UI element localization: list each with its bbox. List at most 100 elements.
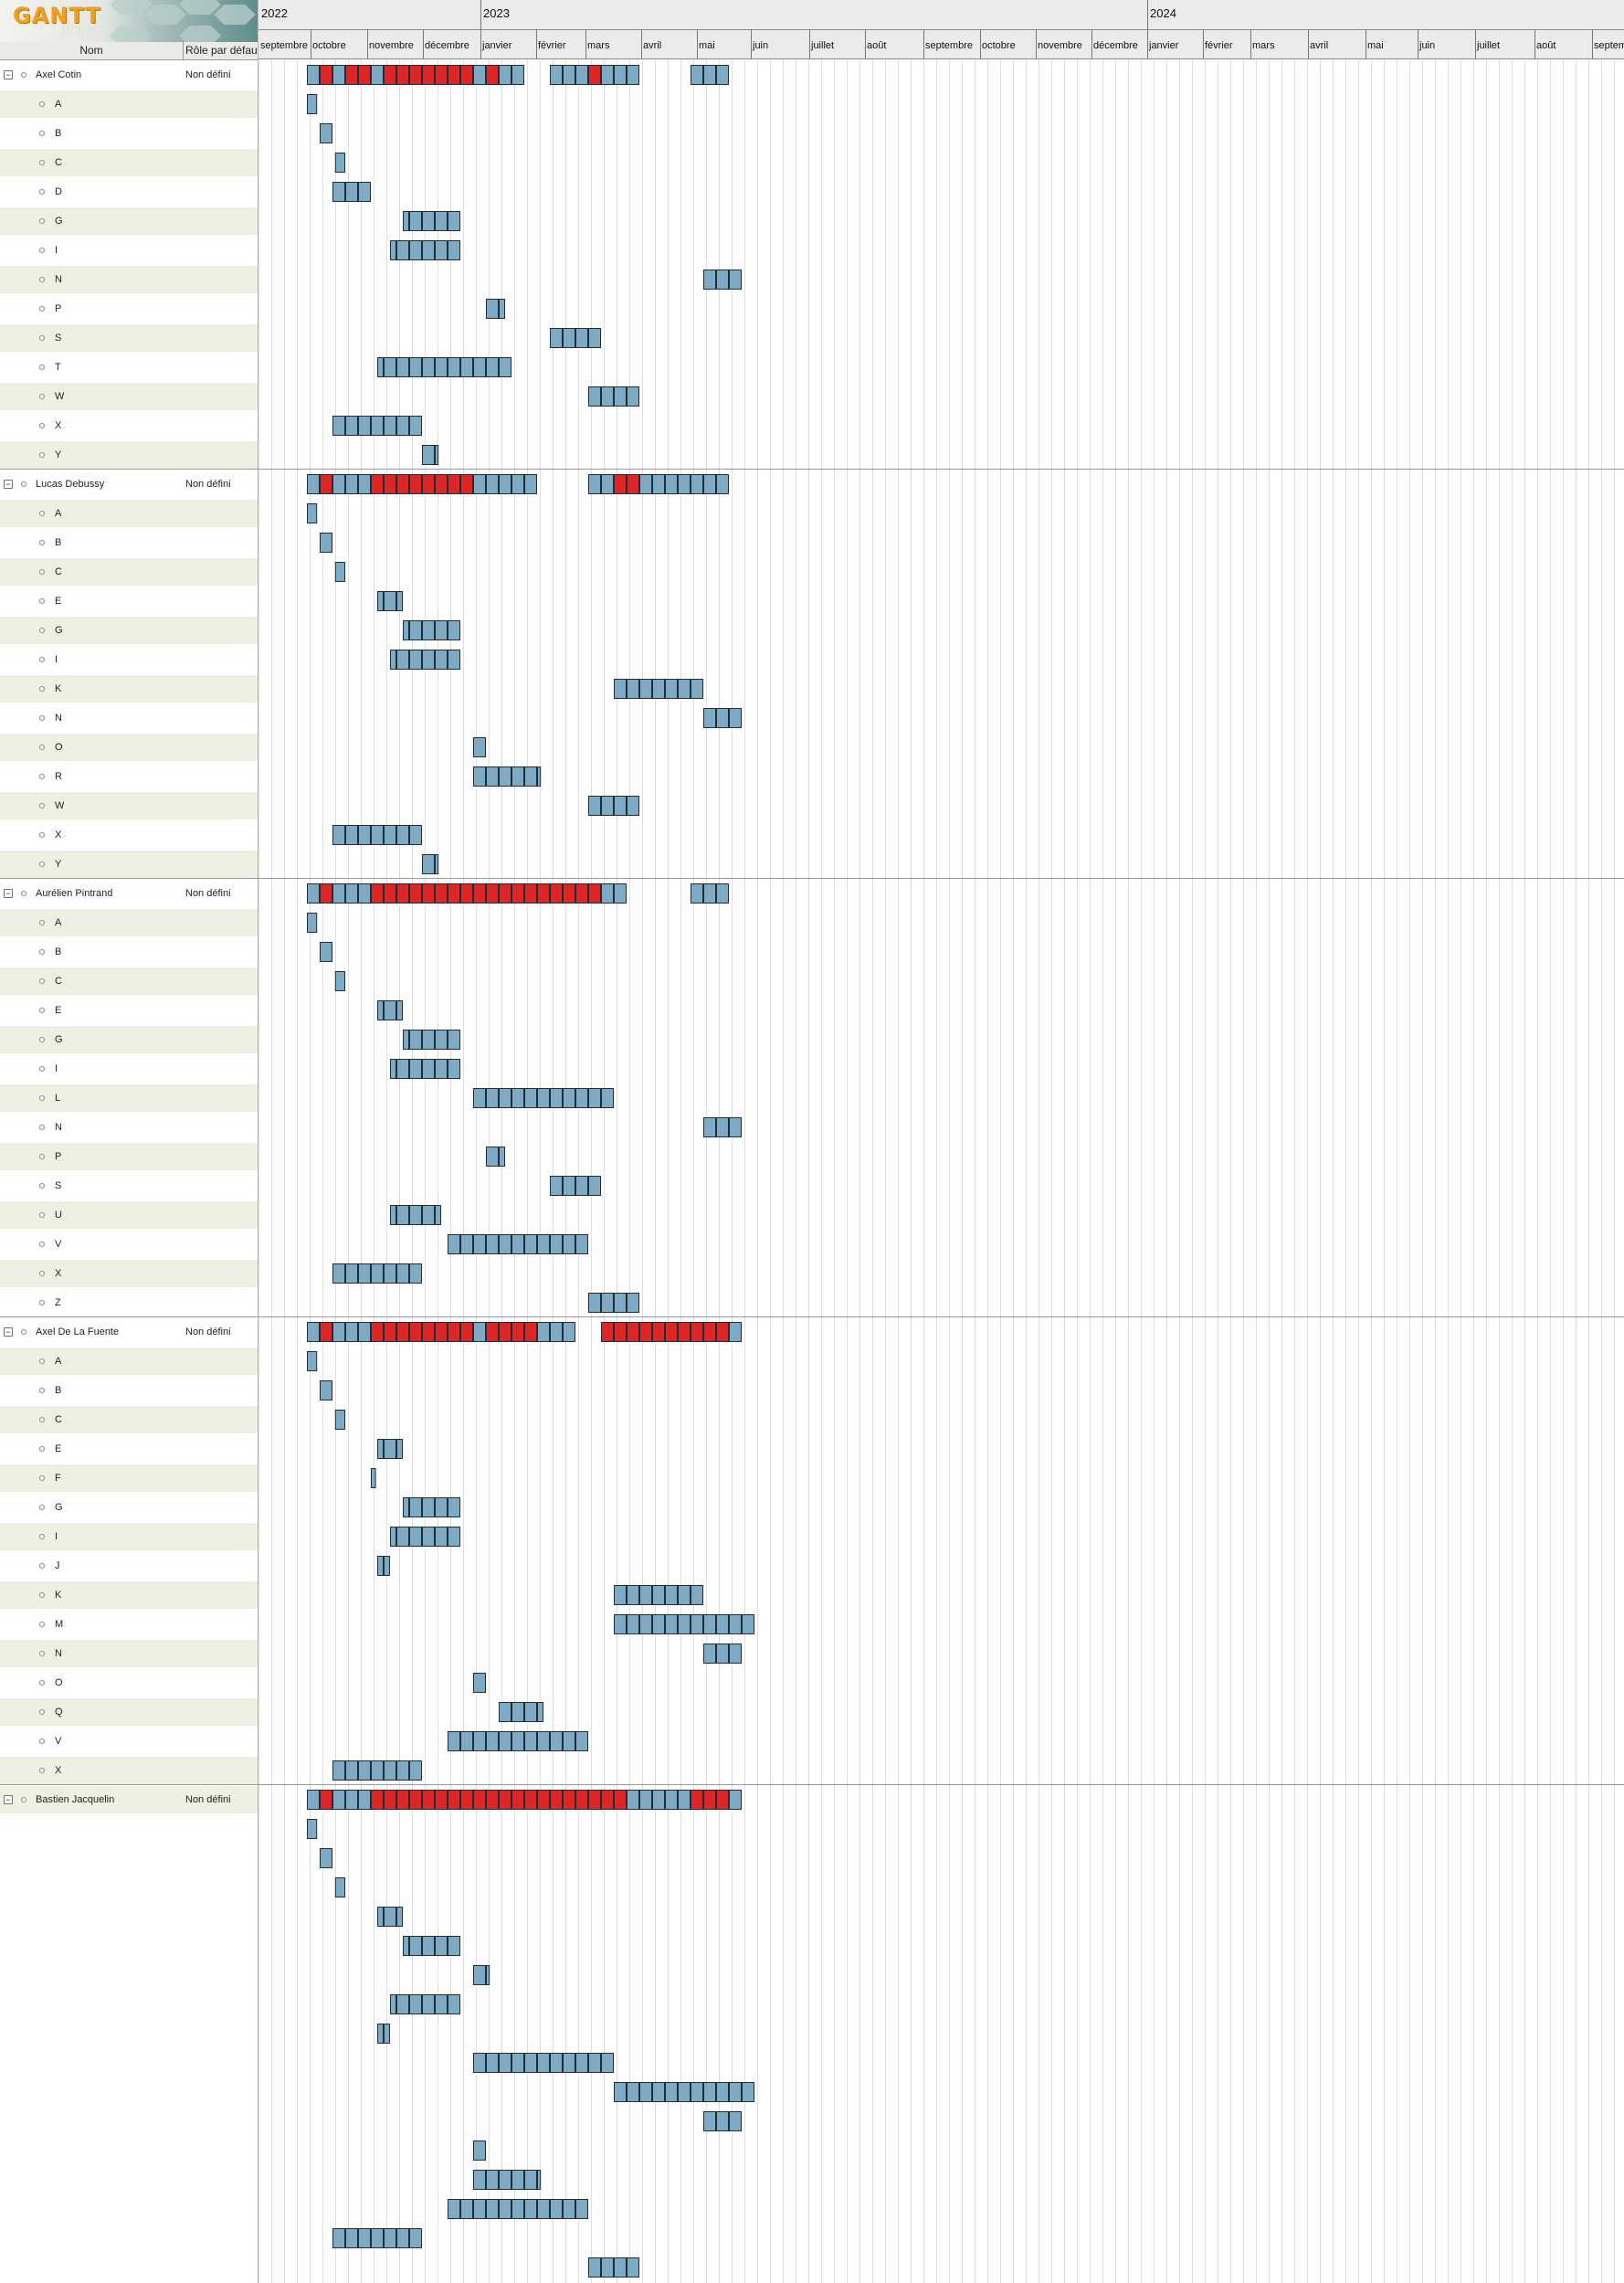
load-cell[interactable]: [703, 474, 716, 494]
assignment-bar[interactable]: [614, 2082, 627, 2102]
assignment-bar[interactable]: [716, 1117, 729, 1137]
assignment-bar[interactable]: [448, 1059, 460, 1079]
collapse-icon[interactable]: −: [4, 1327, 13, 1337]
assignment-bar[interactable]: [332, 182, 345, 202]
assignment-bar[interactable]: [486, 1147, 499, 1167]
assignment-bar[interactable]: [601, 2257, 614, 2278]
overload-cell[interactable]: [435, 474, 448, 494]
assignment-bar[interactable]: [511, 1702, 524, 1722]
assignment-bar[interactable]: [575, 2199, 588, 2219]
task-row[interactable]: F: [0, 1464, 258, 1493]
load-cell[interactable]: [665, 1790, 678, 1810]
assignment-bar[interactable]: [499, 1702, 511, 1722]
task-row[interactable]: R: [0, 762, 258, 791]
overload-cell[interactable]: [486, 65, 499, 85]
assignment-bar[interactable]: [486, 1965, 490, 1985]
overload-cell[interactable]: [691, 1322, 703, 1342]
task-row[interactable]: O: [0, 733, 258, 762]
overload-cell[interactable]: [473, 1790, 486, 1810]
overload-cell[interactable]: [371, 1322, 384, 1342]
assignment-bar[interactable]: [358, 825, 371, 845]
assignment-bar[interactable]: [435, 1994, 448, 2014]
assignment-bar[interactable]: [345, 416, 358, 436]
assignment-bar[interactable]: [678, 679, 691, 699]
load-cell[interactable]: [345, 1322, 358, 1342]
assignment-bar[interactable]: [511, 2170, 524, 2190]
assignment-bar[interactable]: [575, 2053, 588, 2073]
task-row[interactable]: A: [0, 499, 258, 528]
assignment-bar[interactable]: [524, 766, 537, 787]
assignment-bar[interactable]: [537, 1088, 550, 1108]
overload-cell[interactable]: [550, 883, 563, 904]
overload-cell[interactable]: [396, 1322, 409, 1342]
assignment-bar[interactable]: [511, 1088, 524, 1108]
load-cell[interactable]: [550, 65, 563, 85]
assignment-bar[interactable]: [486, 1731, 499, 1751]
assignment-bar[interactable]: [460, 357, 473, 377]
assignment-bar[interactable]: [524, 2170, 537, 2190]
task-row[interactable]: N: [0, 265, 258, 294]
assignment-bar[interactable]: [614, 1585, 627, 1605]
task-row[interactable]: T: [0, 353, 258, 382]
assignment-bar[interactable]: [575, 1731, 588, 1751]
assignment-bar[interactable]: [486, 766, 499, 787]
assignment-bar[interactable]: [448, 357, 460, 377]
assignment-bar[interactable]: [499, 2053, 511, 2073]
assignment-bar[interactable]: [678, 1614, 691, 1634]
assignment-bar[interactable]: [448, 211, 460, 231]
overload-cell[interactable]: [524, 1790, 537, 1810]
overload-cell[interactable]: [422, 65, 435, 85]
assignment-bar[interactable]: [639, 679, 652, 699]
assignment-bar[interactable]: [371, 2228, 384, 2248]
assignment-bar[interactable]: [371, 1468, 376, 1488]
assignment-bar[interactable]: [371, 1760, 384, 1781]
assignment-bar[interactable]: [550, 328, 563, 348]
load-cell[interactable]: [601, 883, 614, 904]
task-row[interactable]: X: [0, 1259, 258, 1288]
assignment-bar[interactable]: [390, 1205, 396, 1225]
assignment-bar[interactable]: [396, 1059, 409, 1079]
assignment-bar[interactable]: [320, 1848, 332, 1868]
assignment-bar[interactable]: [614, 1614, 627, 1634]
assignment-bar[interactable]: [435, 1936, 448, 1956]
assignment-bar[interactable]: [435, 1497, 448, 1517]
task-row[interactable]: V: [0, 1230, 258, 1259]
overload-cell[interactable]: [435, 1790, 448, 1810]
assignment-bar[interactable]: [614, 796, 627, 816]
overload-cell[interactable]: [601, 1790, 614, 1810]
assignment-bar[interactable]: [409, 1059, 422, 1079]
assignment-bar[interactable]: [396, 240, 409, 260]
load-cell[interactable]: [601, 65, 614, 85]
assignment-bar[interactable]: [665, 2082, 678, 2102]
overload-cell[interactable]: [575, 883, 588, 904]
assignment-bar[interactable]: [473, 766, 486, 787]
task-row[interactable]: N: [0, 703, 258, 733]
assignment-bar[interactable]: [563, 2199, 575, 2219]
resource-row[interactable]: − Aurélien Pintrand Non défini: [0, 879, 258, 908]
task-row[interactable]: G: [0, 206, 258, 236]
overload-cell[interactable]: [588, 1790, 601, 1810]
overload-cell[interactable]: [409, 883, 422, 904]
overload-cell[interactable]: [588, 65, 601, 85]
overload-cell[interactable]: [460, 883, 473, 904]
assignment-bar[interactable]: [384, 1263, 396, 1284]
assignment-bar[interactable]: [334, 1410, 346, 1430]
assignment-bar[interactable]: [524, 1088, 537, 1108]
task-row[interactable]: K: [0, 674, 258, 703]
load-cell[interactable]: [639, 474, 652, 494]
task-row[interactable]: M: [0, 1610, 258, 1639]
overload-cell[interactable]: [524, 1322, 537, 1342]
assignment-bar[interactable]: [511, 2053, 524, 2073]
assignment-bar[interactable]: [588, 2053, 601, 2073]
assignment-bar[interactable]: [639, 1614, 652, 1634]
overload-cell[interactable]: [614, 1322, 627, 1342]
load-cell[interactable]: [307, 1790, 320, 1810]
assignment-bar[interactable]: [422, 445, 435, 465]
assignment-bar[interactable]: [601, 2053, 614, 2073]
load-cell[interactable]: [550, 1322, 563, 1342]
overload-cell[interactable]: [537, 883, 550, 904]
assignment-bar[interactable]: [435, 854, 439, 874]
assignment-bar[interactable]: [307, 913, 318, 933]
assignment-bar[interactable]: [678, 1585, 691, 1605]
assignment-bar[interactable]: [499, 299, 505, 319]
